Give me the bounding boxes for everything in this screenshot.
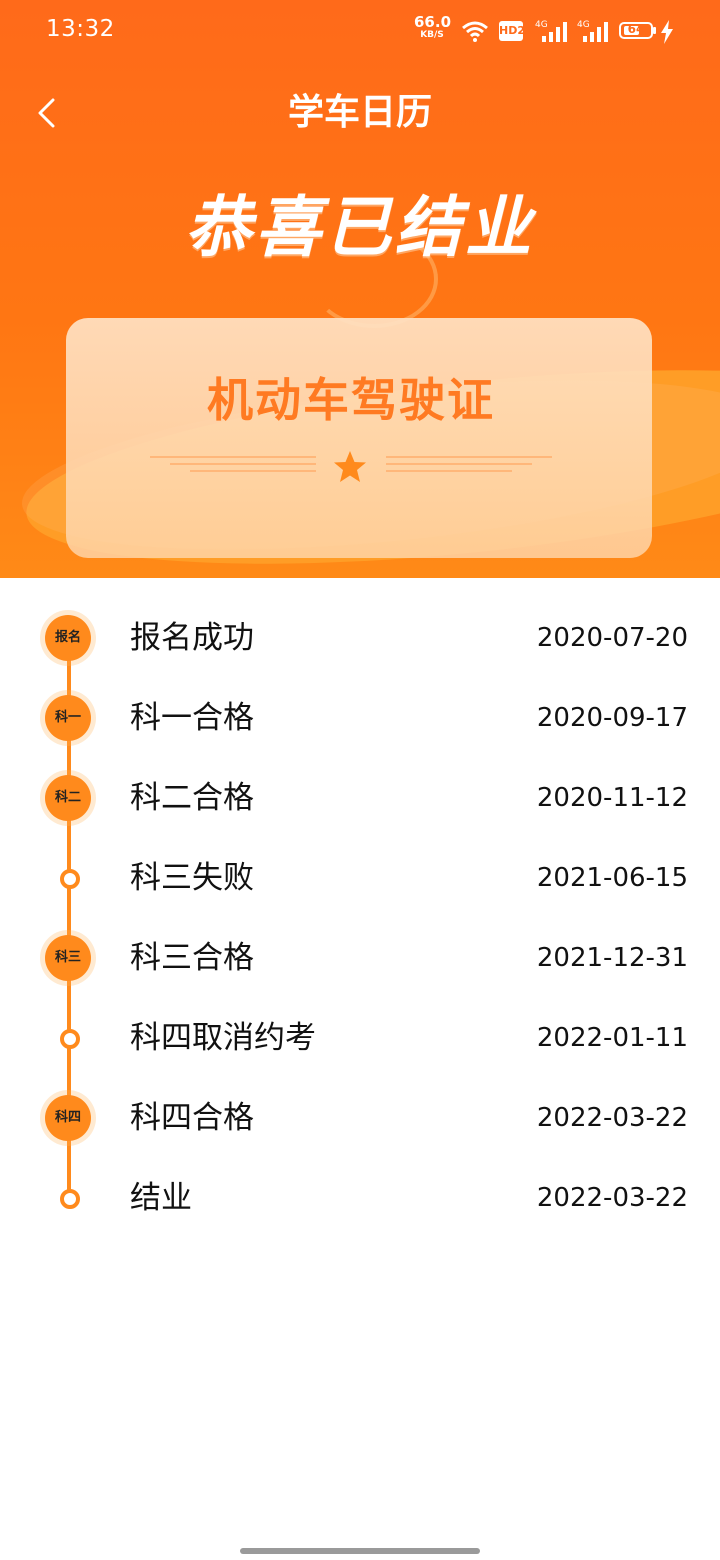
license-card: 机动车驾驶证 <box>66 318 652 558</box>
step-badge: 科一 <box>45 695 91 741</box>
timeline-row: 报名 报名成功 2020-07-20 <box>0 598 720 678</box>
step-date: 2020-09-17 <box>536 703 688 733</box>
step-dot <box>60 1189 80 1209</box>
network-speed: 66.0 KB/S <box>414 15 451 42</box>
step-badge: 报名 <box>45 615 91 661</box>
graduation-headline: 恭喜已结业 <box>185 189 535 266</box>
signal-icon <box>542 22 567 42</box>
license-title: 机动车驾驶证 <box>207 373 495 427</box>
step-label: 科四合格 <box>130 1100 254 1136</box>
battery-icon: 64 <box>619 22 653 39</box>
charging-icon <box>661 20 673 44</box>
step-date: 2021-12-31 <box>536 943 688 973</box>
step-date: 2022-03-22 <box>536 1183 688 1213</box>
timeline-row: 科四取消约考 2022-01-11 <box>0 998 720 1078</box>
decorative-lines-right <box>386 456 552 472</box>
signal-icon <box>583 22 608 42</box>
timeline-row: 科三 科三合格 2021-12-31 <box>0 918 720 998</box>
step-date: 2022-03-22 <box>536 1103 688 1133</box>
timeline-row: 科四 科四合格 2022-03-22 <box>0 1078 720 1158</box>
timeline-row: 结业 2022-03-22 <box>0 1158 720 1238</box>
step-date: 2020-11-12 <box>536 783 688 813</box>
header-banner: 13:32 66.0 KB/S HD2 4G 4G 64 学车日历 恭喜已结业 … <box>0 0 720 578</box>
step-label: 科四取消约考 <box>130 1020 316 1056</box>
home-indicator[interactable] <box>240 1548 480 1554</box>
step-badge: 科四 <box>45 1095 91 1141</box>
status-time: 13:32 <box>46 16 115 42</box>
step-date: 2020-07-20 <box>536 623 688 653</box>
step-label: 报名成功 <box>130 620 254 656</box>
status-bar: 13:32 66.0 KB/S HD2 4G 4G 64 <box>0 0 720 64</box>
hd-voice-badge: HD2 <box>499 21 525 41</box>
step-date: 2021-06-15 <box>536 863 688 893</box>
step-label: 科三合格 <box>130 940 254 976</box>
step-dot <box>60 869 80 889</box>
step-label: 科三失败 <box>130 860 254 896</box>
step-dot <box>60 1029 80 1049</box>
step-label: 科二合格 <box>130 780 254 816</box>
battery-tip <box>653 27 656 34</box>
timeline-row: 科一 科一合格 2020-09-17 <box>0 678 720 758</box>
battery-percent: 64 <box>627 22 645 36</box>
step-badge: 科二 <box>45 775 91 821</box>
step-badge: 科三 <box>45 935 91 981</box>
wifi-icon <box>462 21 488 42</box>
decorative-lines-left <box>150 456 316 472</box>
step-date: 2022-01-11 <box>536 1023 688 1053</box>
step-label: 结业 <box>130 1180 192 1216</box>
page-title: 学车日历 <box>287 92 432 133</box>
timeline-row: 科二 科二合格 2020-11-12 <box>0 758 720 838</box>
step-label: 科一合格 <box>130 700 254 736</box>
star-icon <box>334 451 366 482</box>
timeline-row: 科三失败 2021-06-15 <box>0 838 720 918</box>
